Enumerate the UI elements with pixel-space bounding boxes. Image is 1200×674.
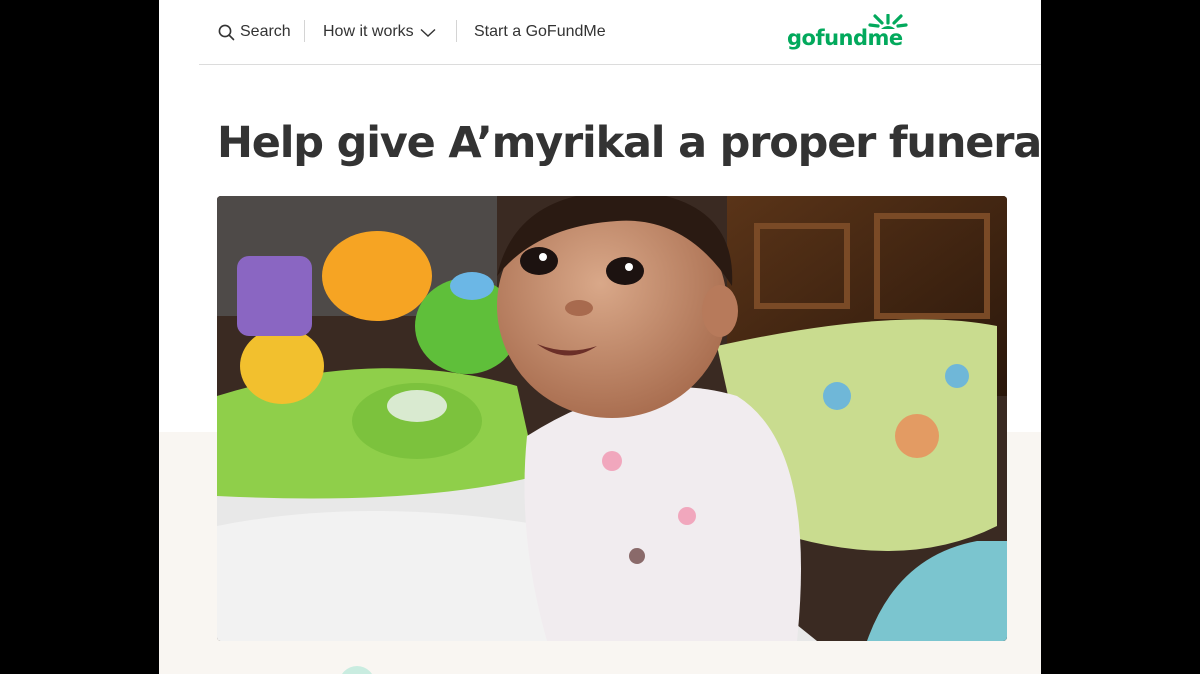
start-gofundme-label: Start a GoFundMe [474, 23, 606, 40]
site-header: Search How it works Start a GoFundMe gof… [199, 0, 1041, 65]
start-gofundme-link[interactable]: Start a GoFundMe [474, 20, 606, 44]
campaign-title: Help give A’myrikal a proper funeral [217, 118, 1041, 168]
gofundme-logo[interactable]: gofundme [787, 14, 912, 54]
logo-wordmark: gofundme [787, 26, 903, 50]
search-button[interactable]: Search [218, 20, 291, 44]
how-it-works-label: How it works [323, 23, 414, 40]
how-it-works-menu[interactable]: How it works [323, 20, 436, 44]
nav-divider [304, 20, 305, 42]
page: Search How it works Start a GoFundMe gof… [159, 0, 1041, 674]
search-icon [218, 24, 235, 40]
nav-divider [456, 20, 457, 42]
campaign-photo [217, 196, 1007, 641]
chevron-down-icon [420, 28, 436, 37]
search-label: Search [240, 23, 291, 40]
